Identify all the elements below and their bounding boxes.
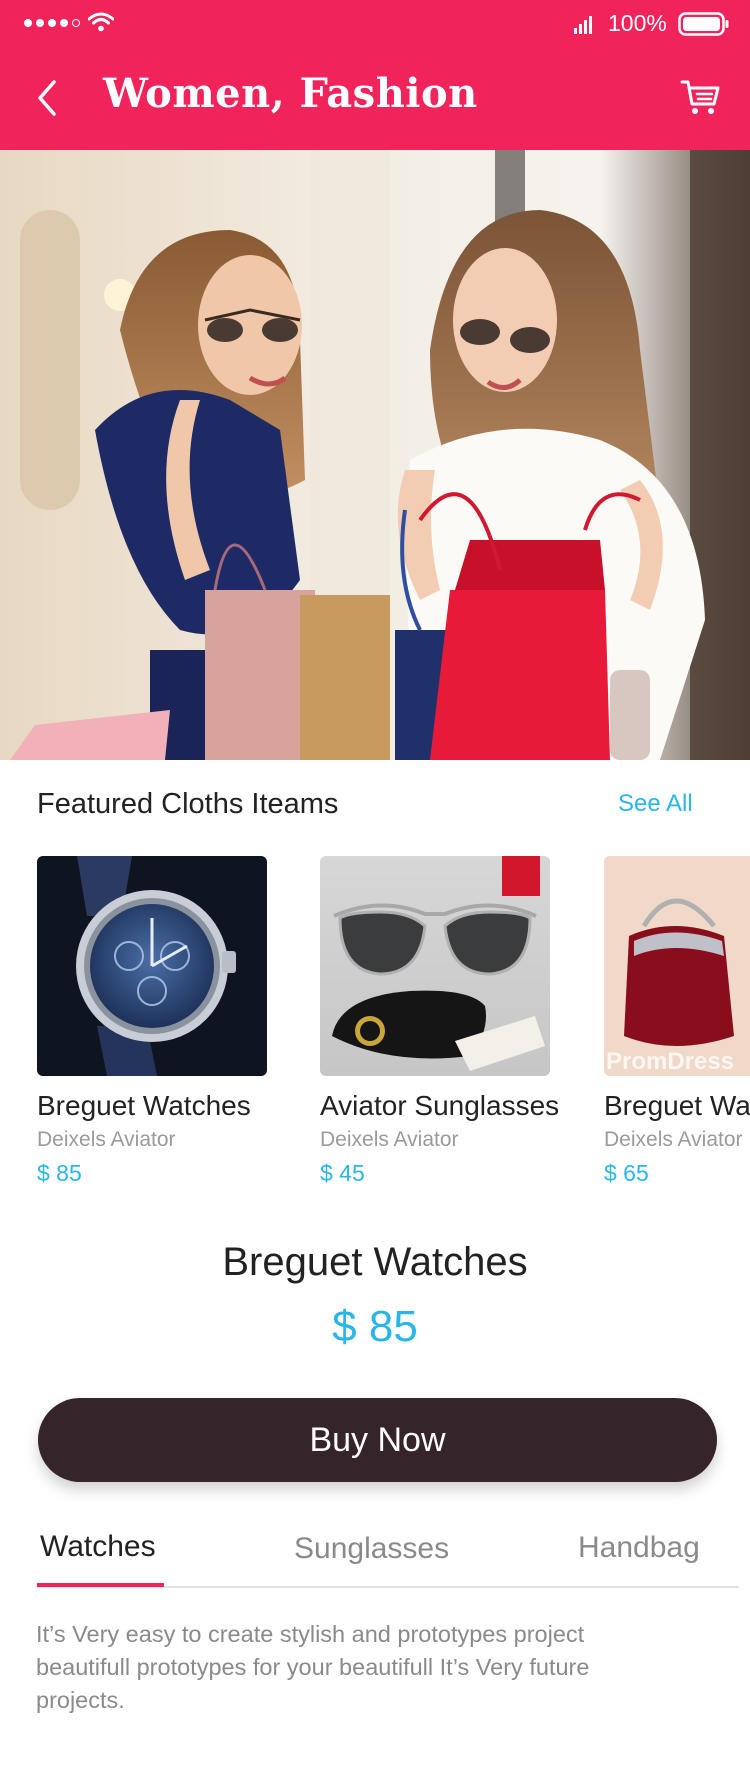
hero-banner-image xyxy=(0,150,750,760)
product-card-aviator-sunglasses[interactable]: Aviator Sunglasses Deixels Aviator $ 45 xyxy=(320,856,560,1187)
see-all-link[interactable]: See All xyxy=(618,790,693,818)
hero-photo xyxy=(0,150,750,760)
product-name: Breguet Watches xyxy=(604,1090,750,1121)
watermark-text: PromDress xyxy=(606,1048,735,1075)
tab-watches[interactable]: Watches xyxy=(40,1530,156,1586)
category-tabs: Watches Sunglasses Handbag xyxy=(37,1530,739,1588)
tab-sunglasses[interactable]: Sunglasses xyxy=(294,1532,449,1588)
product-name: Aviator Sunglasses xyxy=(320,1090,560,1121)
buy-now-button[interactable]: Buy Now xyxy=(38,1398,717,1482)
cart-icon xyxy=(680,80,720,114)
back-button[interactable] xyxy=(30,76,70,120)
active-tab-indicator xyxy=(37,1583,164,1587)
product-price: $ 85 xyxy=(37,1160,82,1186)
product-card-breguet-watches[interactable]: Breguet Watches Deixels Aviator $ 85 xyxy=(37,856,269,1187)
product-description: It’s Very easy to create stylish and pro… xyxy=(36,1621,590,1713)
status-bar: 100% xyxy=(0,0,750,50)
handbag-image: PromDress xyxy=(604,856,750,1076)
signal-strength-icon xyxy=(24,19,80,27)
battery-icon xyxy=(678,12,729,36)
page-title: Women, Fashion xyxy=(103,70,478,117)
product-name: Breguet Watches xyxy=(37,1090,251,1121)
product-brand: Deixels Aviator xyxy=(320,1128,459,1151)
wifi-icon xyxy=(88,12,114,32)
selected-product-name: Breguet Watches xyxy=(222,1240,528,1284)
cellular-icon xyxy=(574,16,592,34)
product-brand: Deixels Aviator xyxy=(604,1128,743,1151)
watch-image xyxy=(37,856,267,1076)
battery-percentage: 100% xyxy=(608,10,667,36)
featured-carousel[interactable]: Breguet Watches Deixels Aviator $ 85 Avi… xyxy=(0,850,750,1190)
product-price: $ 65 xyxy=(604,1160,649,1186)
sunglasses-image xyxy=(320,856,550,1076)
cart-button[interactable] xyxy=(680,78,722,118)
product-price: $ 45 xyxy=(320,1160,365,1186)
chevron-left-icon xyxy=(38,80,56,116)
featured-section-title: Featured Cloths Iteams xyxy=(37,788,339,820)
product-card-breguet-handbag[interactable]: PromDress Breguet Watches Deixels Aviato… xyxy=(604,856,750,1187)
app-header: 100% Women, Fashion xyxy=(0,0,750,150)
product-brand: Deixels Aviator xyxy=(37,1128,176,1151)
selected-product-price: $ 85 xyxy=(332,1302,418,1351)
tab-handbag[interactable]: Handbag xyxy=(578,1531,700,1587)
